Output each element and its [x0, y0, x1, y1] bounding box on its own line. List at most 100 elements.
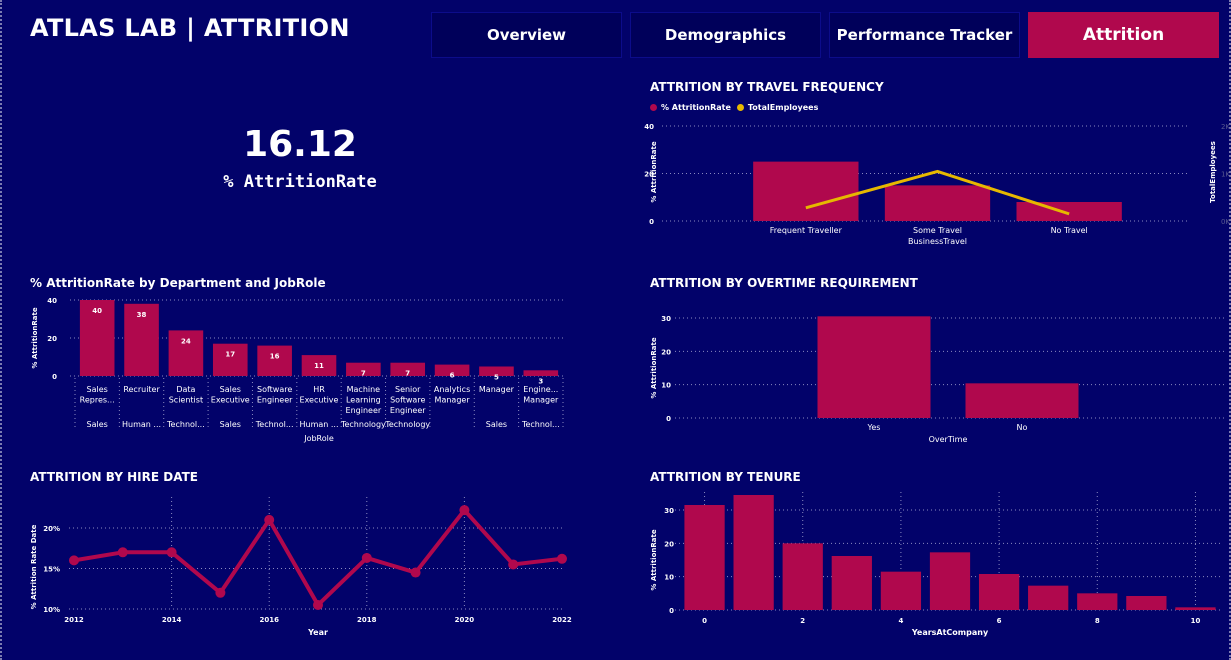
data-point: [508, 559, 519, 570]
bar: [79, 300, 115, 376]
bar: [168, 330, 204, 376]
x-tick-label: Senior: [395, 385, 421, 394]
series-line: [73, 508, 563, 607]
x-axis-label: JobRole: [303, 434, 334, 443]
y-tick-label: 15%: [43, 566, 60, 574]
x-tick-label: 2: [800, 617, 805, 625]
data-point: [313, 599, 323, 610]
x-tick-label: 8: [1095, 617, 1100, 625]
hire-chart-title: ATTRITION BY HIRE DATE: [30, 470, 198, 484]
x-tick-label: Engine...: [523, 385, 558, 394]
bar: [831, 556, 872, 610]
dept-label: Sales: [486, 420, 507, 429]
data-label: 3: [538, 377, 543, 385]
x-axis-label: OverTime: [929, 435, 968, 444]
y-tick-label: 10%: [43, 606, 60, 614]
legend-attrition-label: % AttritionRate: [661, 103, 731, 112]
y-axis-label: TotalEmployees: [1209, 141, 1217, 203]
bar: [817, 316, 931, 418]
x-tick-label: 2012: [64, 616, 84, 624]
dept-chart-title: % AttritionRate by Department and JobRol…: [30, 276, 326, 290]
tab-demographics[interactable]: Demographics: [630, 12, 821, 58]
x-tick-label: Software: [257, 385, 292, 394]
y-tick-label: 0: [52, 373, 57, 381]
x-tick-label: Frequent Traveller: [770, 226, 843, 235]
y-axis-label: % AttritionRate: [650, 337, 658, 398]
dept-label: Technol...: [166, 420, 205, 429]
x-tick-label: 2018: [357, 616, 377, 624]
data-label: 16: [270, 353, 280, 361]
y-tick-label: 0: [649, 218, 654, 226]
x-tick-label: 4: [898, 617, 903, 625]
data-label: 6: [450, 372, 455, 380]
bar: [1077, 593, 1118, 610]
x-tick-label: Executive: [300, 396, 339, 405]
x-tick-label: Manager: [435, 396, 471, 405]
data-label: 40: [92, 307, 102, 315]
y-tick-label: 20: [47, 335, 57, 343]
y-tick-label: 10: [664, 574, 674, 582]
data-label: 5: [494, 374, 499, 382]
x-tick-label: 2014: [162, 616, 182, 624]
x-tick-label: 0: [702, 617, 707, 625]
kpi-attrition-label: % AttritionRate: [223, 172, 377, 192]
x-tick-label: Engineer: [257, 396, 293, 405]
bar: [684, 505, 725, 610]
x-tick-label: Engineer: [390, 406, 426, 415]
y-axis-label: % AttritionRate: [650, 141, 658, 202]
bar: [1126, 596, 1167, 610]
x-tick-label: 6: [997, 617, 1002, 625]
x-tick-label: Recruiter: [123, 385, 160, 394]
bar: [124, 303, 159, 376]
x-tick-label: Machine: [347, 385, 381, 394]
dept-label: Technol...: [521, 420, 560, 429]
data-label: 7: [361, 370, 366, 378]
data-point: [264, 514, 275, 525]
legend-employees-label: TotalEmployees: [747, 103, 819, 112]
x-tick-label: 2022: [552, 616, 572, 624]
tenure-chart: 0 10 20 30 0 2 4 6 8 10 YearsAtCompany % AttritionR…: [650, 492, 1220, 637]
bar: [523, 370, 559, 376]
x-tick-label: Data: [176, 385, 195, 394]
x-tick-label: Manager: [523, 396, 559, 405]
tab-overview[interactable]: Overview: [431, 12, 622, 58]
y-tick-label: 40: [644, 123, 654, 131]
data-point: [166, 547, 177, 558]
x-axis-label: BusinessTravel: [908, 237, 967, 246]
overtime-chart: 0 10 20 30 Yes No OverTime % AttritionRate: [650, 315, 1225, 444]
legend-employees-dot: [736, 104, 744, 111]
bar: [884, 185, 991, 221]
x-tick-label: 2016: [259, 616, 279, 624]
dept-label: Human ...: [122, 420, 161, 429]
x-tick-label: HR: [313, 385, 325, 394]
page-border-left: [0, 0, 3, 660]
x-tick-label: Executive: [211, 396, 250, 405]
y-tick-label: 10: [661, 382, 671, 390]
travel-chart: 0 0K20 1K40 2KFrequent Traveller Some Travel…: [644, 123, 1230, 246]
y-tick-label: 20%: [43, 525, 60, 533]
nav-tabs: Overview Demographics Performance Tracke…: [431, 12, 1219, 58]
x-tick-label: No Travel: [1051, 226, 1088, 235]
y-tick-label: 40: [47, 297, 57, 305]
overtime-chart-title: ATTRITION BY OVERTIME REQUIREMENT: [650, 276, 918, 290]
dept-label: Human ...: [299, 420, 338, 429]
x-tick-label: Manager: [479, 385, 515, 394]
dept-label: Technology: [384, 420, 430, 429]
x-axis-label: Year: [307, 628, 328, 637]
x-axis-label: YearsAtCompany: [911, 628, 989, 637]
y-tick-label: 0: [669, 607, 674, 615]
bar: [346, 362, 381, 376]
bar: [782, 543, 823, 610]
y-axis-label: % Attrition Rate Date: [30, 524, 38, 609]
bar: [929, 552, 971, 610]
y-tick-label: 20: [664, 540, 674, 548]
x-tick-label: Analytics: [434, 385, 470, 394]
tab-attrition[interactable]: Attrition: [1028, 12, 1219, 58]
data-point: [557, 553, 567, 564]
x-tick-label: Some Travel: [913, 226, 962, 235]
x-tick-label: 2020: [455, 616, 475, 624]
tab-performance-tracker[interactable]: Performance Tracker: [829, 12, 1020, 58]
data-point: [117, 547, 128, 558]
legend-attrition-dot: [650, 104, 657, 111]
bar: [301, 355, 337, 376]
